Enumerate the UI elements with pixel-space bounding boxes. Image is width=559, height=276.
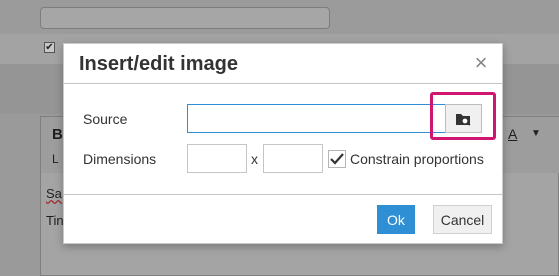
checkmark-icon: [330, 153, 344, 165]
dimension-separator: x: [251, 151, 258, 167]
font-color-button: A: [508, 126, 518, 142]
insert-image-dialog: Insert/edit image × Source Dimensions x …: [63, 43, 503, 244]
dialog-header: Insert/edit image ×: [64, 44, 502, 84]
width-input[interactable]: [187, 144, 247, 173]
editor-content-text: Sa: [46, 186, 62, 201]
close-button[interactable]: ×: [472, 52, 490, 74]
dimensions-label: Dimensions: [83, 151, 157, 167]
cancel-button[interactable]: Cancel: [433, 205, 492, 234]
constrain-proportions-label[interactable]: Constrain proportions: [350, 151, 484, 167]
source-input[interactable]: [187, 104, 445, 133]
height-input[interactable]: [263, 144, 323, 173]
page-checkbox: ✔: [44, 42, 55, 53]
constrain-proportions-checkbox[interactable]: [328, 150, 346, 168]
editor-toolbar-text: L: [52, 152, 59, 166]
chevron-down-icon: ▼: [531, 128, 541, 139]
page-text-field: [40, 7, 330, 29]
ok-button[interactable]: Ok: [377, 205, 415, 234]
source-label: Source: [83, 111, 128, 127]
folder-search-icon: [455, 113, 470, 126]
editor-content-text: Tin: [46, 213, 64, 228]
dialog-title: Insert/edit image: [79, 53, 238, 75]
browse-button[interactable]: [445, 104, 482, 133]
editor-toolbar-text: B: [52, 126, 63, 143]
